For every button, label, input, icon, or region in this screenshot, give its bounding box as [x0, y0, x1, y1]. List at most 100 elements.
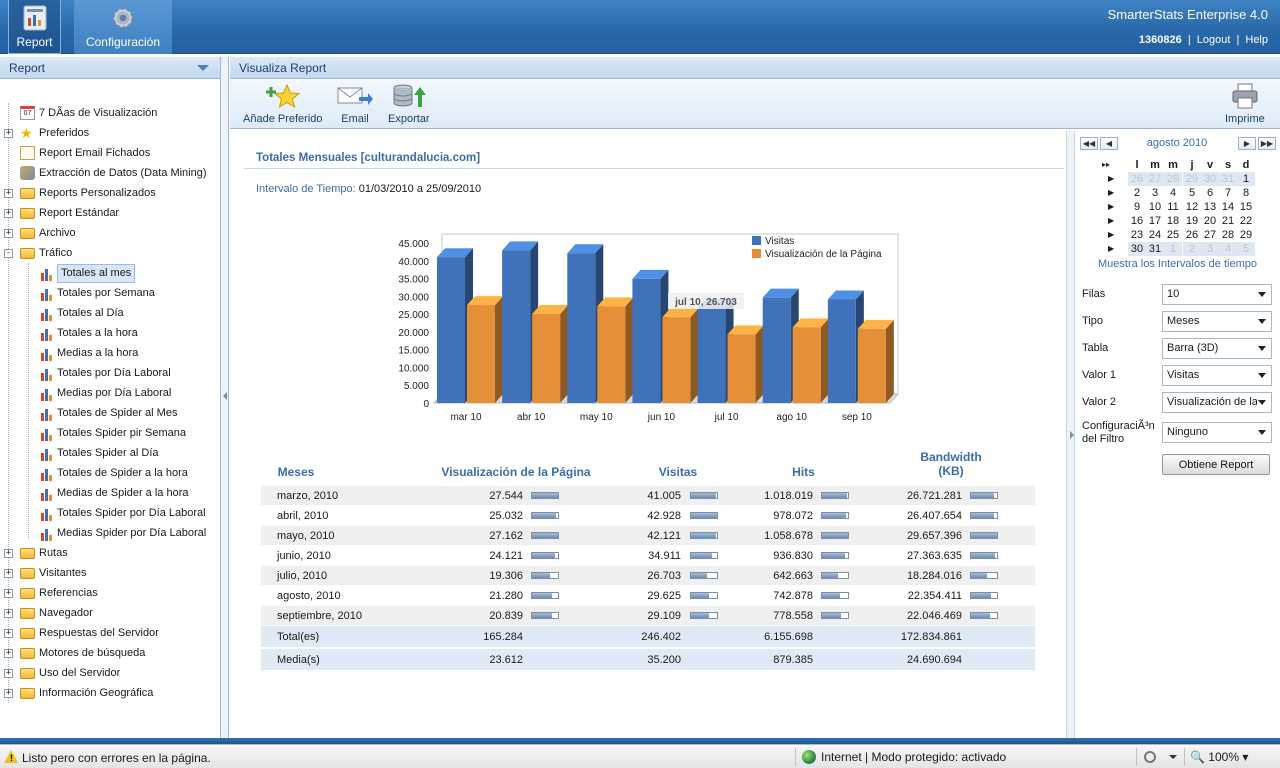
calendar-day[interactable]: 2	[1128, 186, 1146, 200]
calendar-day[interactable]: 14	[1219, 200, 1237, 214]
show-intervals-link[interactable]: Muestra los Intervalos de tiempo	[1098, 258, 1257, 270]
sidebar-item[interactable]: + Referencias	[0, 583, 219, 603]
select-week-icon[interactable]: ▶	[1108, 186, 1118, 200]
expand-icon[interactable]: +	[4, 629, 13, 638]
table-select[interactable]: Barra (3D)	[1162, 338, 1272, 359]
calendar-month-title[interactable]: agosto 2010	[1118, 137, 1236, 149]
zoom-control[interactable]: 🔍 100% ▾	[1190, 750, 1248, 764]
email-button[interactable]: Email	[337, 83, 373, 125]
value2-select[interactable]: Visualización de la Página	[1162, 392, 1272, 413]
calendar-day[interactable]: 8	[1237, 186, 1255, 200]
sidebar-item[interactable]: Medias a la hora	[0, 343, 219, 363]
sidebar-item[interactable]: + Respuestas del Servidor	[0, 623, 219, 643]
calendar-day[interactable]: 5	[1237, 242, 1255, 256]
expand-icon[interactable]: +	[4, 229, 13, 238]
calendar-day[interactable]: 13	[1201, 200, 1219, 214]
sidebar-item[interactable]: Medias de Spider a la hora	[0, 483, 219, 503]
table-header-visits[interactable]: Visitas	[633, 465, 723, 479]
sidebar-item[interactable]: + Información Geográfica	[0, 683, 219, 703]
calendar-day[interactable]: 10	[1146, 200, 1164, 214]
help-link[interactable]: Help	[1245, 34, 1268, 46]
table-header-pageviews[interactable]: Visualización de la Página	[411, 465, 621, 479]
calendar-day[interactable]: 4	[1164, 186, 1182, 200]
select-week-icon[interactable]: ▶	[1108, 242, 1118, 256]
sidebar-item[interactable]: Totales Spider al Día	[0, 443, 219, 463]
table-row[interactable]: mayo, 2010 27.162 42.121 1.058.678 29.657.39…	[261, 526, 1035, 546]
table-header-month[interactable]: Meses	[261, 465, 331, 479]
sidebar-item[interactable]: + Uso del Servidor	[0, 663, 219, 683]
sidebar-item[interactable]: Totales al Día	[0, 303, 219, 323]
calendar-day[interactable]: 27	[1146, 172, 1164, 186]
collapse-left-icon[interactable]	[223, 392, 227, 400]
sidebar-item[interactable]: Medias por Día Laboral	[0, 383, 219, 403]
sidebar-splitter[interactable]	[221, 57, 229, 738]
calendar-day[interactable]: 23	[1128, 228, 1146, 242]
sidebar-item[interactable]: + ★ Preferidos	[0, 123, 219, 143]
rows-select[interactable]: 10	[1162, 284, 1272, 305]
expand-icon[interactable]: +	[4, 649, 13, 658]
print-button[interactable]: Imprime	[1225, 83, 1265, 125]
table-header-bandwidth[interactable]: Bandwidth (KB)	[901, 450, 1001, 478]
calendar-day[interactable]: 28	[1164, 172, 1182, 186]
collapse-right-icon[interactable]	[1070, 431, 1074, 439]
calendar-day[interactable]: 26	[1183, 228, 1201, 242]
calendar-day[interactable]: 30	[1128, 242, 1146, 256]
nav-config-button[interactable]: Configuración	[74, 0, 172, 54]
calendar-day[interactable]: 27	[1201, 228, 1219, 242]
calendar-day[interactable]: 4	[1219, 242, 1237, 256]
type-select[interactable]: Meses	[1162, 311, 1272, 332]
sidebar-item[interactable]: + Rutas	[0, 543, 219, 563]
calendar-day[interactable]: 17	[1146, 214, 1164, 228]
calendar-day[interactable]: 29	[1183, 172, 1201, 186]
expand-icon[interactable]: +	[4, 589, 13, 598]
sidebar-item[interactable]: - Tráfico	[0, 243, 219, 263]
add-favorite-button[interactable]: Añade Preferido	[243, 83, 323, 125]
table-row[interactable]: agosto, 2010 21.280 29.625 742.878 22.354.41…	[261, 586, 1035, 606]
sidebar-item[interactable]: Totales de Spider a la hora	[0, 463, 219, 483]
calendar-day[interactable]: 6	[1201, 186, 1219, 200]
right-panel-splitter[interactable]	[1066, 131, 1075, 738]
calendar-day[interactable]: 16	[1128, 214, 1146, 228]
calendar-day[interactable]: 2	[1183, 242, 1201, 256]
sidebar-item[interactable]: Totales Spider por Día Laboral	[0, 503, 219, 523]
sidebar-header[interactable]: Report	[0, 57, 220, 79]
table-row[interactable]: abril, 2010 25.032 42.928 978.072 26.407.654	[261, 506, 1035, 526]
sidebar-item[interactable]: 07 7 DÃ­as de Visualización	[0, 103, 219, 123]
calendar-day[interactable]: 19	[1183, 214, 1201, 228]
calendar-day[interactable]: 7	[1219, 186, 1237, 200]
sidebar-item[interactable]: Totales por Semana	[0, 283, 219, 303]
next-year-button[interactable]: ▶▶	[1258, 137, 1276, 150]
calendar-day[interactable]: 28	[1219, 228, 1237, 242]
calendar-day[interactable]: 11	[1164, 200, 1182, 214]
sidebar-item[interactable]: + Report Estándar	[0, 203, 219, 223]
calendar-day[interactable]: 1	[1164, 242, 1182, 256]
table-header-hits[interactable]: Hits	[761, 465, 846, 479]
expand-icon[interactable]: +	[4, 209, 13, 218]
calendar-day[interactable]: 1	[1237, 172, 1255, 186]
value1-select[interactable]: Visitas	[1162, 365, 1272, 386]
sidebar-item[interactable]: Totales Spider pir Semana	[0, 423, 219, 443]
table-row[interactable]: julio, 2010 19.306 26.703 642.663 18.284.016	[261, 566, 1035, 586]
calendar-day[interactable]: 3	[1201, 242, 1219, 256]
calendar-day[interactable]: 18	[1164, 214, 1182, 228]
expand-icon[interactable]: +	[4, 669, 13, 678]
sidebar-item[interactable]: + Reports Personalizados	[0, 183, 219, 203]
calendar-day[interactable]: 3	[1146, 186, 1164, 200]
calendar-day[interactable]: 29	[1237, 228, 1255, 242]
export-button[interactable]: Exportar	[388, 83, 430, 125]
next-month-button[interactable]: ▶	[1238, 137, 1256, 150]
filter-select[interactable]: Ninguno	[1162, 422, 1272, 443]
sidebar-item[interactable]: + Archivo	[0, 223, 219, 243]
calendar-day[interactable]: 5	[1183, 186, 1201, 200]
expand-icon[interactable]: +	[4, 129, 13, 138]
calendar-day[interactable]: 15	[1237, 200, 1255, 214]
sidebar-item[interactable]: + Visitantes	[0, 563, 219, 583]
sidebar-item[interactable]: Extracción de Datos (Data Mining)	[0, 163, 219, 183]
table-row[interactable]: junio, 2010 24.121 34.911 936.830 27.363.635	[261, 546, 1035, 566]
expand-icon[interactable]: +	[4, 569, 13, 578]
select-all-icon[interactable]: ▸▸	[1102, 158, 1116, 172]
expand-icon[interactable]: +	[4, 189, 13, 198]
calendar-day[interactable]: 20	[1201, 214, 1219, 228]
calendar-day[interactable]: 26	[1128, 172, 1146, 186]
expand-icon[interactable]: +	[4, 689, 13, 698]
